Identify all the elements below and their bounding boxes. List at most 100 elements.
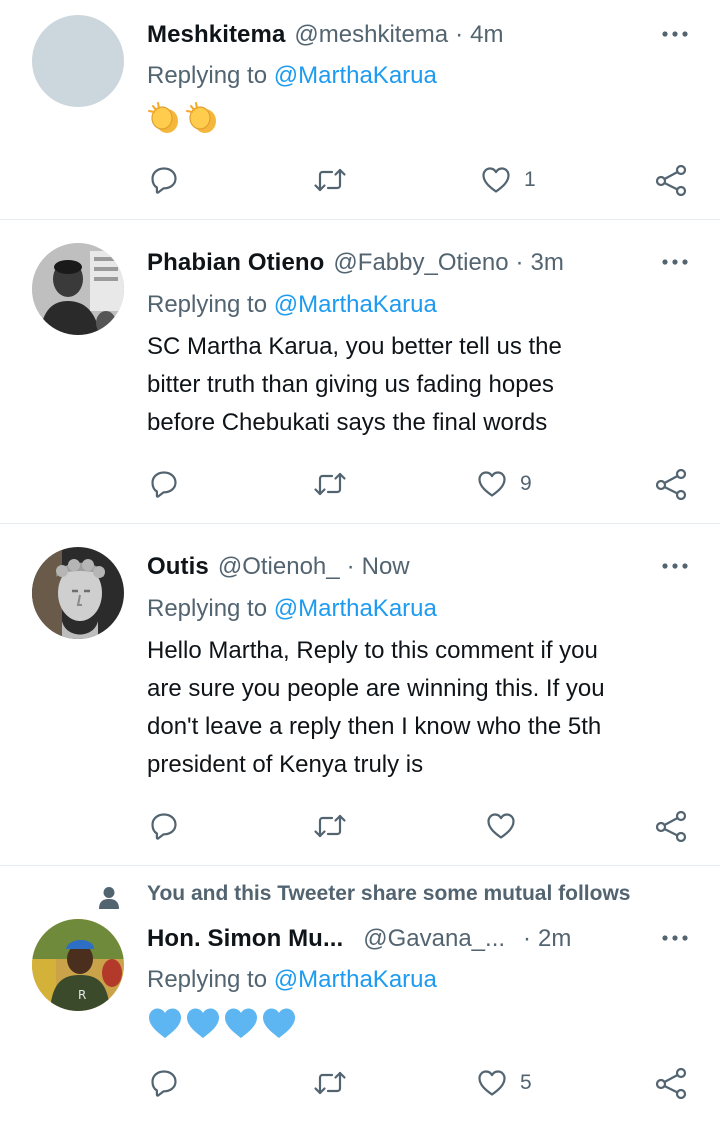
tweet[interactable]: You and this Tweeter share some mutual f…	[0, 866, 720, 1124]
more-dots-icon[interactable]	[660, 554, 690, 578]
tweet-text: SC Martha Karua, you better tell us the …	[147, 328, 695, 442]
separator: ·	[455, 21, 464, 48]
tweet-emoji	[147, 1006, 297, 1045]
share-button[interactable]	[654, 1066, 688, 1100]
tweet-text-line: bitter truth than giving us fading hopes	[147, 371, 554, 398]
tweet-header: Outis @Otienoh_ · Now	[147, 550, 690, 584]
reply-button[interactable]	[148, 163, 180, 197]
blue-heart-icon	[223, 1006, 259, 1045]
avatar[interactable]: R	[32, 919, 124, 1011]
tweet-header: Hon. Simon Mu... @Gavana_... · 2m	[147, 922, 690, 956]
heart-icon	[476, 468, 508, 500]
tweet[interactable]: Phabian Otieno @Fabby_Otieno · 3m Replyi…	[0, 220, 720, 524]
retweet-button[interactable]	[313, 809, 347, 843]
share-button[interactable]	[654, 809, 688, 843]
like-button[interactable]: 5	[476, 1066, 532, 1100]
avatar[interactable]	[32, 15, 124, 107]
svg-text:R: R	[78, 988, 86, 1002]
more-dots-icon[interactable]	[660, 22, 690, 46]
tweet-text-line: don't leave a reply then I know who the …	[147, 713, 602, 740]
person-icon	[98, 886, 120, 915]
retweet-button[interactable]	[313, 163, 347, 197]
reply-icon	[148, 1067, 180, 1099]
display-name[interactable]: Outis	[147, 553, 209, 581]
share-button[interactable]	[654, 163, 688, 197]
social-context: You and this Tweeter share some mutual f…	[0, 880, 720, 914]
separator: ·	[523, 925, 532, 952]
retweet-icon	[313, 810, 347, 842]
like-button[interactable]	[485, 809, 529, 843]
like-button[interactable]: 9	[476, 467, 532, 501]
like-count: 1	[524, 168, 536, 191]
mention-link[interactable]: @MarthaKarua	[274, 966, 437, 993]
share-icon	[654, 164, 688, 196]
retweet-icon	[313, 468, 347, 500]
display-name[interactable]: Phabian Otieno	[147, 249, 324, 277]
like-count: 5	[520, 1071, 532, 1094]
tweet-actions: 1	[0, 163, 720, 197]
tweet-text-line: president of Kenya truly is	[147, 751, 424, 778]
replying-to: Replying to @MarthaKarua	[147, 595, 437, 623]
reply-button[interactable]	[148, 1066, 180, 1100]
user-handle[interactable]: @Otienoh_	[218, 553, 340, 581]
tweet-actions: 5	[0, 1066, 720, 1100]
share-icon	[654, 810, 688, 842]
display-name[interactable]: Meshkitema	[147, 21, 285, 49]
share-button[interactable]	[654, 467, 688, 501]
replying-to-label: Replying to	[147, 291, 268, 318]
replying-to-label: Replying to	[147, 595, 268, 622]
user-handle[interactable]: @meshkitema	[294, 21, 448, 49]
share-icon	[654, 1067, 688, 1099]
like-button[interactable]: 1	[480, 163, 536, 197]
retweet-button[interactable]	[313, 1066, 347, 1100]
reply-button[interactable]	[148, 467, 180, 501]
mention-link[interactable]: @MarthaKarua	[274, 62, 437, 89]
tweet-emoji	[147, 100, 221, 141]
tweet-text-line: Hello Martha, Reply to this comment if y…	[147, 637, 598, 664]
retweet-icon	[313, 164, 347, 196]
more-dots-icon[interactable]	[660, 250, 690, 274]
user-handle[interactable]: @Fabby_Otieno	[333, 249, 508, 277]
like-count: 9	[520, 472, 532, 495]
blue-heart-icon	[147, 1006, 183, 1045]
timestamp[interactable]: Now	[362, 553, 410, 581]
replying-to-label: Replying to	[147, 966, 268, 993]
mention-link[interactable]: @MarthaKarua	[274, 595, 437, 622]
clapping-hands-icon	[147, 100, 183, 141]
reply-icon	[148, 164, 180, 196]
separator: ·	[515, 249, 524, 276]
reply-icon	[148, 468, 180, 500]
retweet-icon	[313, 1067, 347, 1099]
timestamp[interactable]: 3m	[531, 249, 564, 277]
more-dots-icon[interactable]	[660, 926, 690, 950]
timestamp[interactable]: 2m	[538, 925, 571, 953]
reply-icon	[148, 810, 180, 842]
heart-icon	[476, 1067, 508, 1099]
avatar[interactable]	[32, 547, 124, 639]
tweet-actions: 9	[0, 467, 720, 501]
separator: ·	[346, 553, 355, 580]
display-name[interactable]: Hon. Simon Mu...	[147, 925, 343, 953]
tweet-text-line: SC Martha Karua, you better tell us the	[147, 333, 562, 360]
social-context-text: You and this Tweeter share some mutual f…	[147, 882, 631, 905]
share-icon	[654, 468, 688, 500]
avatar[interactable]	[32, 243, 124, 335]
replying-to-label: Replying to	[147, 62, 268, 89]
tweet-header: Phabian Otieno @Fabby_Otieno · 3m	[147, 246, 690, 280]
blue-heart-icon	[185, 1006, 221, 1045]
retweet-button[interactable]	[313, 467, 347, 501]
mention-link[interactable]: @MarthaKarua	[274, 291, 437, 318]
tweet[interactable]: Meshkitema @meshkitema · 4m Replying to …	[0, 0, 720, 220]
tweet-text: Hello Martha, Reply to this comment if y…	[147, 632, 695, 784]
tweet[interactable]: Outis @Otienoh_ · Now Replying to @Marth…	[0, 524, 720, 866]
heart-icon	[480, 164, 512, 196]
tweet-text-line: are sure you people are winning this. If…	[147, 675, 605, 702]
user-handle[interactable]: @Gavana_...	[363, 925, 505, 953]
replying-to: Replying to @MarthaKarua	[147, 966, 437, 994]
replying-to: Replying to @MarthaKarua	[147, 62, 437, 90]
clapping-hands-icon	[185, 100, 221, 141]
tweet-actions	[0, 809, 720, 843]
timestamp[interactable]: 4m	[470, 21, 503, 49]
tweet-text-line: before Chebukati says the final words	[147, 409, 548, 436]
reply-button[interactable]	[148, 809, 180, 843]
